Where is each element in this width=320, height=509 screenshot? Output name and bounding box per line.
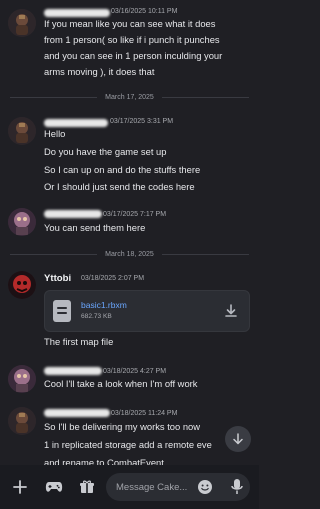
- redacted-username: [44, 9, 110, 17]
- avatar[interactable]: [8, 208, 36, 236]
- emoji-icon: [198, 480, 212, 494]
- message-composer-bar: [0, 465, 259, 509]
- file-name[interactable]: basic1.rbxm: [81, 300, 127, 310]
- gift-button[interactable]: [76, 476, 98, 498]
- message-text: The first map file: [44, 336, 114, 347]
- message-text: So I'll be delivering my works too now: [44, 421, 201, 432]
- file-attachment[interactable]: basic1.rbxm 682.73 KB: [44, 290, 250, 332]
- timestamp: 03/18/2025 11:24 PM: [111, 410, 178, 417]
- file-icon: [53, 300, 71, 322]
- avatar[interactable]: [8, 365, 36, 393]
- timestamp: 03/17/2025 7:17 PM: [103, 211, 167, 218]
- timestamp: 03/16/2025 10:11 PM: [111, 8, 178, 15]
- message-input[interactable]: [116, 473, 196, 501]
- redacted-username: [44, 367, 102, 375]
- message-text: So I can up on and do the stuffs there: [44, 164, 201, 175]
- scroll-to-bottom-button[interactable]: [225, 426, 251, 452]
- message-text: arms moving ), it does that: [44, 66, 155, 77]
- message-text: and you can see in 1 person inculding yo…: [44, 50, 223, 61]
- date-divider: March 18, 2025: [10, 249, 249, 259]
- gift-icon: [80, 480, 94, 493]
- microphone-icon: [231, 479, 243, 494]
- avatar[interactable]: [8, 117, 36, 145]
- avatar[interactable]: [8, 9, 36, 37]
- download-icon[interactable]: [223, 303, 239, 319]
- chevron-down-icon: [233, 433, 243, 445]
- date-divider: March 17, 2025: [10, 92, 249, 102]
- file-size: 682.73 KB: [81, 313, 112, 320]
- avatar[interactable]: [8, 271, 36, 299]
- message-text: Or I should just send the codes here: [44, 181, 195, 192]
- activities-button[interactable]: [43, 476, 65, 498]
- timestamp: 03/18/2025 2:07 PM: [81, 275, 145, 282]
- timestamp: 03/18/2025 4:27 PM: [103, 368, 167, 375]
- message-text: 1 in replicated storage add a remote eve: [44, 439, 212, 450]
- author-name[interactable]: Yttobi: [44, 273, 71, 284]
- voice-message-button[interactable]: [226, 476, 248, 498]
- timestamp: 03/17/2025 3:31 PM: [110, 118, 174, 125]
- emoji-button[interactable]: [194, 476, 216, 498]
- message-text: You can send them here: [44, 222, 146, 233]
- message-text: Hello: [44, 128, 66, 139]
- add-attachment-button[interactable]: [9, 476, 31, 498]
- date-divider-label: March 18, 2025: [105, 250, 154, 258]
- redacted-username: [44, 210, 102, 218]
- message-text: Cool I'll take a look when I'm off work: [44, 378, 198, 389]
- avatar[interactable]: [8, 407, 36, 435]
- message-text: from 1 person( so like if i punch it pun…: [44, 34, 220, 45]
- message-text: If you mean like you can see what it doe…: [44, 18, 216, 29]
- date-divider-label: March 17, 2025: [105, 93, 154, 101]
- gamepad-icon: [45, 482, 63, 492]
- message-text: Do you have the game set up: [44, 146, 167, 157]
- plus-icon: [13, 480, 27, 494]
- redacted-username: [44, 409, 110, 417]
- redacted-username: [44, 119, 108, 127]
